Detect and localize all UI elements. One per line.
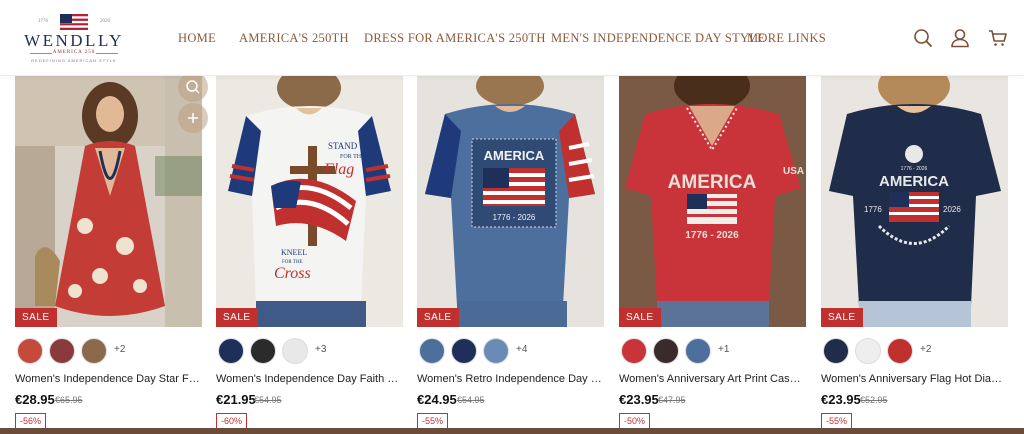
next-row-preview (0, 428, 1024, 434)
color-swatch[interactable] (218, 338, 244, 364)
brand-logo[interactable]: 1776 2026 WENDLLY AMERICA 250 REDEFINING… (24, 14, 124, 64)
brand-subtitle: AMERICA 250 (52, 50, 96, 55)
print-text: 1776 (864, 205, 882, 214)
product-card[interactable]: SALE +2 Women's Independence Day Star Fl… (15, 76, 202, 434)
quick-add-button[interactable] (178, 103, 208, 133)
product-image[interactable]: STAND FOR THE Flag KNEEL FOR THE Cross (216, 76, 403, 327)
product-photo: AMERICA 1776 - 2026 USA (619, 76, 806, 327)
print-text: 1776 - 2026 (685, 230, 739, 241)
nav-item-dress-for-americas-250th[interactable]: DRESS FOR AMERICA'S 250TH (364, 31, 546, 46)
color-swatch[interactable] (49, 338, 75, 364)
more-colors-count[interactable]: +4 (516, 344, 527, 355)
search-icon (186, 80, 200, 94)
original-price: €54.95 (254, 395, 282, 405)
more-colors-count[interactable]: +1 (718, 344, 729, 355)
product-card[interactable]: AMERICA 1776 - 2026 SALE +4 Women's Retr… (417, 76, 604, 434)
product-price: €23.95 (821, 392, 861, 407)
print-text: AMERICA (484, 148, 545, 163)
product-image[interactable]: AMERICA 1776 - 2026 (417, 76, 604, 327)
color-swatch[interactable] (483, 338, 509, 364)
color-swatch[interactable] (621, 338, 647, 364)
search-icon[interactable] (912, 27, 934, 49)
color-swatch[interactable] (250, 338, 276, 364)
print-text: Flag (323, 161, 354, 178)
color-swatch[interactable] (81, 338, 107, 364)
quick-search-button[interactable] (178, 72, 208, 102)
product-price: €23.95 (619, 392, 659, 407)
flag-icon (60, 14, 88, 30)
print-text: 2026 (943, 205, 961, 214)
print-text: 1776 - 2026 (493, 213, 536, 222)
print-text: 1776 - 2026 (901, 166, 928, 172)
print-text: STAND (328, 141, 358, 151)
color-swatch[interactable] (855, 338, 881, 364)
brand-year-left: 1776 (38, 19, 48, 24)
site-header: 1776 2026 WENDLLY AMERICA 250 REDEFINING… (0, 0, 1024, 76)
product-card[interactable]: AMERICA 1776 - 2026 1776 2026 SALE +2 Wo… (821, 76, 1008, 434)
nav-item-americas-250th[interactable]: AMERICA'S 250TH (239, 31, 349, 46)
original-price: €54.95 (457, 395, 485, 405)
print-text: Cross (274, 265, 311, 282)
product-image[interactable]: AMERICA 1776 - 2026 1776 2026 (821, 76, 1008, 327)
color-swatch[interactable] (419, 338, 445, 364)
product-photo: AMERICA 1776 - 2026 (417, 76, 604, 327)
color-swatch[interactable] (653, 338, 679, 364)
product-photo (15, 76, 202, 327)
more-colors-count[interactable]: +2 (114, 344, 125, 355)
product-price: €28.95 (15, 392, 55, 407)
brand-name: WENDLLY (24, 31, 124, 50)
nav-item-more-links[interactable]: MORE LINKS (747, 31, 826, 46)
more-colors-count[interactable]: +2 (920, 344, 931, 355)
product-card[interactable]: STAND FOR THE Flag KNEEL FOR THE Cross S… (216, 76, 403, 434)
product-photo: AMERICA 1776 - 2026 1776 2026 (821, 76, 1008, 327)
original-price: €47.95 (658, 395, 686, 405)
product-photo: STAND FOR THE Flag KNEEL FOR THE Cross (216, 76, 403, 327)
color-swatch[interactable] (17, 338, 43, 364)
brand-year-right: 2026 (100, 19, 110, 24)
color-swatch[interactable] (282, 338, 308, 364)
plus-icon (188, 113, 198, 123)
product-title[interactable]: Women's Retro Independence Day Flag... (417, 373, 604, 385)
sale-badge: SALE (417, 308, 459, 327)
color-swatch[interactable] (823, 338, 849, 364)
print-text: AMERICA (879, 173, 949, 190)
color-swatch[interactable] (451, 338, 477, 364)
product-card[interactable]: AMERICA 1776 - 2026 USA SALE +1 Women's … (619, 76, 806, 434)
print-text: FOR THE (340, 154, 365, 160)
print-text: USA (783, 166, 804, 177)
original-price: €52.95 (860, 395, 888, 405)
sale-badge: SALE (15, 308, 57, 327)
print-text: KNEEL (281, 248, 307, 257)
product-price: €24.95 (417, 392, 457, 407)
product-title[interactable]: Women's Independence Day Star Flow... (15, 373, 202, 385)
color-swatch[interactable] (685, 338, 711, 364)
sale-badge: SALE (619, 308, 661, 327)
color-swatch[interactable] (887, 338, 913, 364)
brand-tagline: REDEFINING AMERICAN STYLE (31, 58, 117, 63)
product-title[interactable]: Women's Anniversary Flag Hot Diamon... (821, 373, 1008, 385)
nav-item-mens-independence-day[interactable]: MEN'S INDEPENDENCE DAY STYLE (551, 31, 765, 46)
sale-badge: SALE (216, 308, 258, 327)
print-text: AMERICA (668, 172, 757, 193)
nav-item-home[interactable]: HOME (178, 31, 216, 46)
cart-icon[interactable] (987, 27, 1009, 49)
original-price: €65.95 (55, 395, 83, 405)
product-title[interactable]: Women's Independence Day Faith Flag ... (216, 373, 403, 385)
product-price: €21.95 (216, 392, 256, 407)
product-title[interactable]: Women's Anniversary Art Print Casual ... (619, 373, 806, 385)
account-icon[interactable] (949, 27, 971, 49)
sale-badge: SALE (821, 308, 863, 327)
product-image[interactable]: AMERICA 1776 - 2026 USA (619, 76, 806, 327)
product-image[interactable] (15, 76, 202, 327)
more-colors-count[interactable]: +3 (315, 344, 326, 355)
